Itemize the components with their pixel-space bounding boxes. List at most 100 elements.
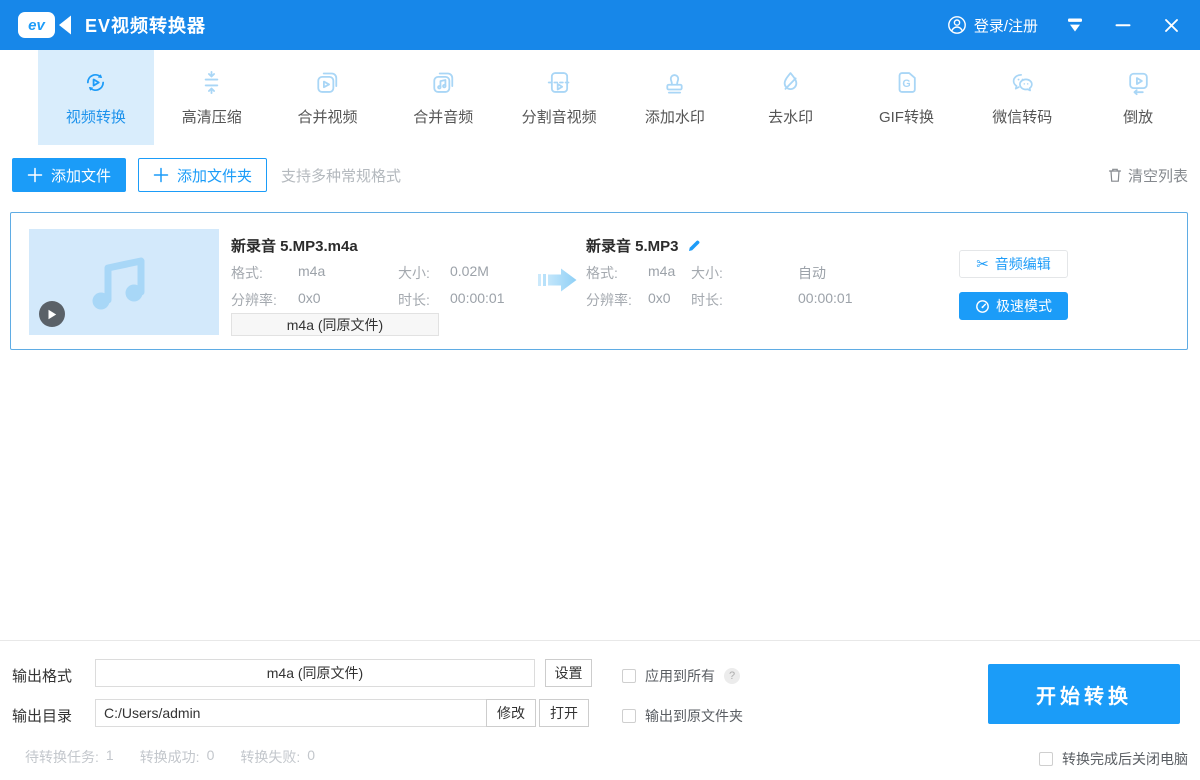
split-av-icon	[546, 69, 573, 96]
source-resolution-value: 0x0	[298, 290, 321, 306]
tab-split-av[interactable]: 分割音视频	[501, 50, 617, 145]
open-label: 打开	[550, 703, 578, 723]
output-dir-input[interactable]	[95, 699, 487, 727]
success-label: 转换成功:	[140, 747, 200, 767]
plus-icon	[153, 167, 169, 183]
output-to-source-label: 输出到原文件夹	[645, 706, 743, 726]
file-thumbnail	[29, 229, 219, 335]
target-resolution-label: 分辨率:	[586, 290, 632, 310]
output-panel: 输出格式 设置 应用到所有 ? 输出目录 修改 打开 输出到原文件夹 开始转换 …	[0, 640, 1200, 780]
target-duration-value: 00:00:01	[798, 290, 853, 306]
music-note-icon	[79, 248, 169, 316]
add-file-label: 添加文件	[51, 165, 111, 186]
shutdown-after-convert-checkbox[interactable]	[1039, 752, 1053, 766]
source-file-title: 新录音 5.MP3.m4a	[231, 235, 358, 256]
tab-label: 视频转换	[66, 106, 126, 127]
add-folder-label: 添加文件夹	[177, 165, 252, 186]
rename-pencil-icon[interactable]	[687, 239, 701, 253]
plus-icon	[27, 167, 43, 183]
shutdown-after-convert-label: 转换完成后关闭电脑	[1062, 749, 1188, 769]
target-format-label: 格式:	[586, 263, 618, 283]
audio-edit-label: 音频编辑	[995, 254, 1051, 274]
failed-label: 转换失败:	[240, 747, 300, 767]
tab-hd-compress[interactable]: 高清压缩	[154, 50, 270, 145]
target-format-value: m4a	[648, 263, 675, 279]
remove-watermark-icon	[777, 69, 804, 96]
output-to-source-row: 输出到原文件夹	[622, 706, 743, 726]
logo-camera-icon	[57, 14, 72, 36]
tab-label: 高清压缩	[182, 106, 242, 127]
source-duration-label: 时长:	[398, 290, 430, 310]
audio-edit-button[interactable]: ✂ 音频编辑	[959, 250, 1068, 278]
convert-arrow-icon	[538, 265, 584, 295]
wechat-transcode-icon	[1009, 69, 1036, 96]
add-folder-button[interactable]: 添加文件夹	[138, 158, 267, 192]
settings-label: 设置	[555, 663, 583, 683]
tab-merge-video[interactable]: 合并视频	[270, 50, 386, 145]
fast-mode-button[interactable]: 极速模式	[959, 292, 1068, 320]
gif-convert-icon: G	[893, 69, 920, 96]
action-bar: 添加文件 添加文件夹 支持多种常规格式 清空列表	[0, 145, 1200, 205]
app-logo: ev	[18, 12, 72, 38]
tab-label: GIF转换	[879, 106, 934, 127]
login-register-button[interactable]: 登录/注册	[947, 15, 1038, 36]
success-count: 0	[207, 747, 215, 767]
target-file-title-row: 新录音 5.MP3	[586, 235, 701, 256]
apply-to-all-label: 应用到所有	[645, 666, 715, 686]
close-button[interactable]	[1160, 14, 1182, 36]
tab-label: 去水印	[768, 106, 813, 127]
feature-tabs: 视频转换 高清压缩 合并视频	[0, 50, 1200, 145]
apply-to-all-row: 应用到所有 ?	[622, 666, 740, 686]
pending-tasks-count: 1	[106, 747, 114, 767]
help-icon[interactable]: ?	[724, 668, 740, 684]
hd-compress-icon	[198, 69, 225, 96]
output-to-source-checkbox[interactable]	[622, 709, 636, 723]
add-watermark-icon	[661, 69, 688, 96]
target-resolution-value: 0x0	[648, 290, 671, 306]
tab-merge-audio[interactable]: 合并音频	[385, 50, 501, 145]
scissors-icon: ✂	[976, 257, 989, 272]
apply-to-all-checkbox[interactable]	[622, 669, 636, 683]
start-convert-button[interactable]: 开始转换	[988, 664, 1180, 724]
tab-label: 微信转码	[992, 106, 1052, 127]
target-file-title: 新录音 5.MP3	[586, 235, 679, 256]
status-bar: 待转换任务: 1 转换成功: 0 转换失败: 0	[25, 747, 315, 767]
output-format-label: 输出格式	[12, 665, 72, 686]
tab-gif-convert[interactable]: G GIF转换	[849, 50, 965, 145]
clear-list-button[interactable]: 清空列表	[1108, 165, 1188, 186]
supported-formats-hint: 支持多种常规格式	[281, 165, 401, 186]
modify-dir-button[interactable]: 修改	[486, 699, 536, 727]
output-dir-label: 输出目录	[12, 705, 72, 726]
tab-label: 分割音视频	[522, 106, 597, 127]
source-duration-value: 00:00:01	[450, 290, 505, 306]
tab-reverse-play[interactable]: 倒放	[1080, 50, 1196, 145]
tab-video-convert[interactable]: 视频转换	[38, 50, 154, 145]
video-convert-icon	[82, 69, 109, 96]
tab-label: 添加水印	[645, 106, 705, 127]
failed-count: 0	[307, 747, 315, 767]
open-dir-button[interactable]: 打开	[539, 699, 589, 727]
source-resolution-label: 分辨率:	[231, 290, 277, 310]
skin-dropdown-icon[interactable]	[1064, 14, 1086, 36]
tab-add-watermark[interactable]: 添加水印	[617, 50, 733, 145]
target-size-label: 大小:	[691, 263, 723, 283]
preview-play-button[interactable]	[39, 301, 65, 327]
minimize-button[interactable]	[1112, 14, 1134, 36]
fast-mode-label: 极速模式	[996, 296, 1052, 316]
settings-button[interactable]: 设置	[545, 659, 592, 687]
source-output-format-box[interactable]: m4a (同原文件)	[231, 313, 439, 336]
tab-label: 合并音频	[413, 106, 473, 127]
tab-label: 倒放	[1123, 106, 1153, 127]
merge-video-icon	[314, 69, 341, 96]
trash-icon	[1108, 167, 1122, 183]
file-list-item[interactable]: 新录音 5.MP3.m4a 格式: m4a 大小: 0.02M 分辨率: 0x0…	[10, 212, 1188, 350]
tab-remove-watermark[interactable]: 去水印	[733, 50, 849, 145]
reverse-play-icon	[1125, 69, 1152, 96]
merge-audio-icon	[430, 69, 457, 96]
modify-label: 修改	[497, 703, 525, 723]
target-duration-label: 时长:	[691, 290, 723, 310]
logo-ev-icon: ev	[18, 12, 55, 38]
add-file-button[interactable]: 添加文件	[12, 158, 126, 192]
tab-wechat-transcode[interactable]: 微信转码	[964, 50, 1080, 145]
output-format-input[interactable]	[95, 659, 535, 687]
